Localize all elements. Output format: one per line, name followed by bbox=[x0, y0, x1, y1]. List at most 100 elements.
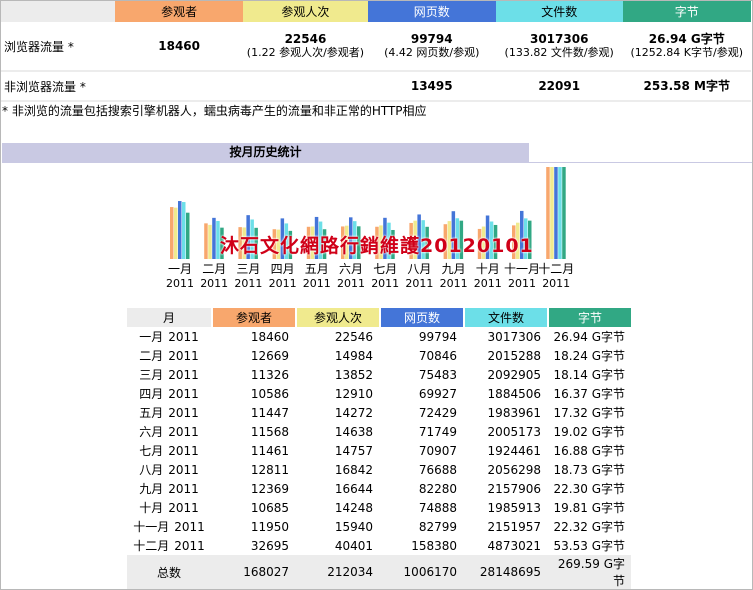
browser-visits: 22546 bbox=[284, 32, 327, 46]
bar-4-11 bbox=[562, 167, 566, 259]
x-tick-year: 2011 bbox=[371, 277, 399, 290]
row-month-year: 2011 bbox=[168, 330, 199, 344]
nonbrowser-traffic-label: 非浏览器流量 * bbox=[4, 79, 86, 94]
x-tick-year: 2011 bbox=[440, 277, 468, 290]
bar-1-0 bbox=[174, 207, 178, 259]
row-month-name: 六月 bbox=[139, 425, 164, 439]
bar-0-11 bbox=[546, 167, 550, 259]
row-pages: 76688 bbox=[418, 462, 457, 477]
row-month: 七月 2011 bbox=[127, 441, 211, 460]
x-tick-year: 2011 bbox=[200, 277, 228, 290]
x-tick-year: 2011 bbox=[269, 277, 297, 290]
row-pages: 75483 bbox=[418, 367, 457, 382]
row-visits: 14248 bbox=[334, 500, 373, 515]
monthly-body: 一月 2011 18460 22546 99794 3017306 26.94 G字节 二月 2… bbox=[127, 327, 631, 555]
total-row: 总数 168027 212034 1006170 28148695 269.59… bbox=[127, 555, 631, 589]
row-visitors: 11950 bbox=[250, 519, 289, 534]
nonbrowser-traffic-row: 非浏览器流量 * 13495 22091 253.58 M字节 bbox=[1, 72, 751, 100]
row-files: 2005173 bbox=[487, 424, 541, 439]
browser-pages-cell: 99794 (4.42 网页数/参观) bbox=[368, 22, 496, 70]
row-visitors: 32695 bbox=[250, 538, 289, 553]
row-files: 2151957 bbox=[487, 519, 541, 534]
row-month: 五月 2011 bbox=[127, 403, 211, 422]
row-files: 2015288 bbox=[487, 348, 541, 363]
bar-3-0 bbox=[182, 202, 186, 259]
row-files: 3017306 bbox=[487, 329, 541, 344]
row-month-year: 2011 bbox=[174, 520, 205, 534]
table-row: 四月 2011 10586 12910 69927 1884506 16.37 G字节 bbox=[127, 384, 631, 403]
section-title: 按月历史统计 bbox=[2, 143, 529, 162]
row-month-year: 2011 bbox=[168, 482, 199, 496]
watermark-text: 沐石文化網路行銷維護20120101 bbox=[220, 235, 534, 257]
browser-visits-sub: (1.22 参观人次/参观者) bbox=[246, 46, 365, 59]
x-tick-year: 2011 bbox=[166, 277, 194, 290]
row-bytes: 53.53 G字节 bbox=[553, 539, 625, 553]
row-pages: 71749 bbox=[418, 424, 457, 439]
row-month-year: 2011 bbox=[174, 539, 205, 553]
x-tick-month: 四月 bbox=[271, 262, 295, 276]
browser-files: 3017306 bbox=[529, 32, 589, 46]
total-label: 总数 bbox=[156, 565, 181, 580]
x-tick-year: 2011 bbox=[337, 277, 365, 290]
nonbrowser-files: 22091 bbox=[538, 78, 581, 93]
summary-corner bbox=[1, 1, 115, 22]
row-month-name: 三月 bbox=[139, 368, 164, 382]
row-bytes: 22.30 G字节 bbox=[553, 482, 625, 496]
total-pages: 1006170 bbox=[403, 565, 457, 579]
total-visits: 212034 bbox=[327, 565, 373, 579]
table-row: 十二月 2011 32695 40401 158380 4873021 53.53 G字节 bbox=[127, 536, 631, 555]
col-pages: 网页数 bbox=[379, 308, 463, 327]
x-tick-month: 十月 bbox=[476, 262, 500, 276]
row-bytes: 17.32 G字节 bbox=[553, 406, 625, 420]
row-bytes: 16.37 G字节 bbox=[553, 387, 625, 401]
nonbrowser-pages: 13495 bbox=[410, 78, 453, 93]
x-tick-month: 七月 bbox=[373, 262, 397, 276]
row-month-name: 八月 bbox=[139, 463, 164, 477]
row-bytes: 19.02 G字节 bbox=[553, 425, 625, 439]
row-month-name: 五月 bbox=[139, 406, 164, 420]
row-visits: 16842 bbox=[334, 462, 373, 477]
monthly-bar-chart: 一月2011二月2011三月2011四月2011五月2011六月2011七月20… bbox=[166, 167, 574, 290]
browser-traffic-row: 浏览器流量 * 18460 22546 (1.22 参观人次/参观者) 9979… bbox=[1, 22, 751, 70]
summary-header-row: 参观者 参观人次 网页数 文件数 字节 bbox=[1, 1, 751, 22]
table-row: 六月 2011 11568 14638 71749 2005173 19.02 G字节 bbox=[127, 422, 631, 441]
browser-bytes: 26.94 G字节 bbox=[648, 32, 725, 46]
browser-bytes-sub: (1252.84 K字节/参观) bbox=[630, 46, 744, 59]
row-month: 八月 2011 bbox=[127, 460, 211, 479]
row-month-year: 2011 bbox=[168, 387, 199, 401]
row-visitors: 11461 bbox=[250, 443, 289, 458]
header-pages: 网页数 bbox=[367, 1, 496, 22]
x-tick-year: 2011 bbox=[234, 277, 262, 290]
row-month: 三月 2011 bbox=[127, 365, 211, 384]
row-pages: 99794 bbox=[418, 329, 457, 344]
x-tick-year: 2011 bbox=[303, 277, 331, 290]
table-row: 一月 2011 18460 22546 99794 3017306 26.94 G字节 bbox=[127, 327, 631, 346]
monthly-header-row: 月 参观者 参观人次 网页数 文件数 字节 bbox=[127, 308, 631, 327]
bar-0-1 bbox=[204, 223, 208, 259]
footnote: * 非浏览的流量包括搜索引擎机器人，蠕虫病毒产生的流量和非正常的HTTP相应 bbox=[2, 104, 427, 118]
total-bytes: 269.59 G字节 bbox=[557, 557, 625, 588]
x-tick-month: 二月 bbox=[202, 262, 226, 276]
header-visitors: 参观者 bbox=[115, 1, 244, 22]
row-pages: 72429 bbox=[418, 405, 457, 420]
row-pages: 82280 bbox=[418, 481, 457, 496]
row-visitors: 12811 bbox=[250, 462, 289, 477]
browser-files-cell: 3017306 (133.82 文件数/参观) bbox=[496, 22, 623, 70]
row-month-name: 十一月 bbox=[133, 520, 170, 534]
row-month-name: 七月 bbox=[139, 444, 164, 458]
bar-3-11 bbox=[558, 167, 562, 259]
row-bytes: 19.81 G字节 bbox=[553, 501, 625, 515]
browser-visitors: 18460 bbox=[158, 38, 200, 53]
browser-traffic-label: 浏览器流量 * bbox=[4, 39, 74, 54]
row-files: 2157906 bbox=[487, 481, 541, 496]
x-tick-year: 2011 bbox=[542, 277, 570, 290]
bar-4-0 bbox=[186, 212, 190, 259]
row-pages: 69927 bbox=[418, 386, 457, 401]
table-row: 九月 2011 12369 16644 82280 2157906 22.30 G字节 bbox=[127, 479, 631, 498]
row-month-year: 2011 bbox=[168, 425, 199, 439]
row-pages: 158380 bbox=[411, 538, 457, 553]
row-month-name: 四月 bbox=[139, 387, 164, 401]
bar-2-11 bbox=[554, 167, 558, 259]
x-tick-year: 2011 bbox=[508, 277, 536, 290]
col-files: 文件数 bbox=[463, 308, 547, 327]
